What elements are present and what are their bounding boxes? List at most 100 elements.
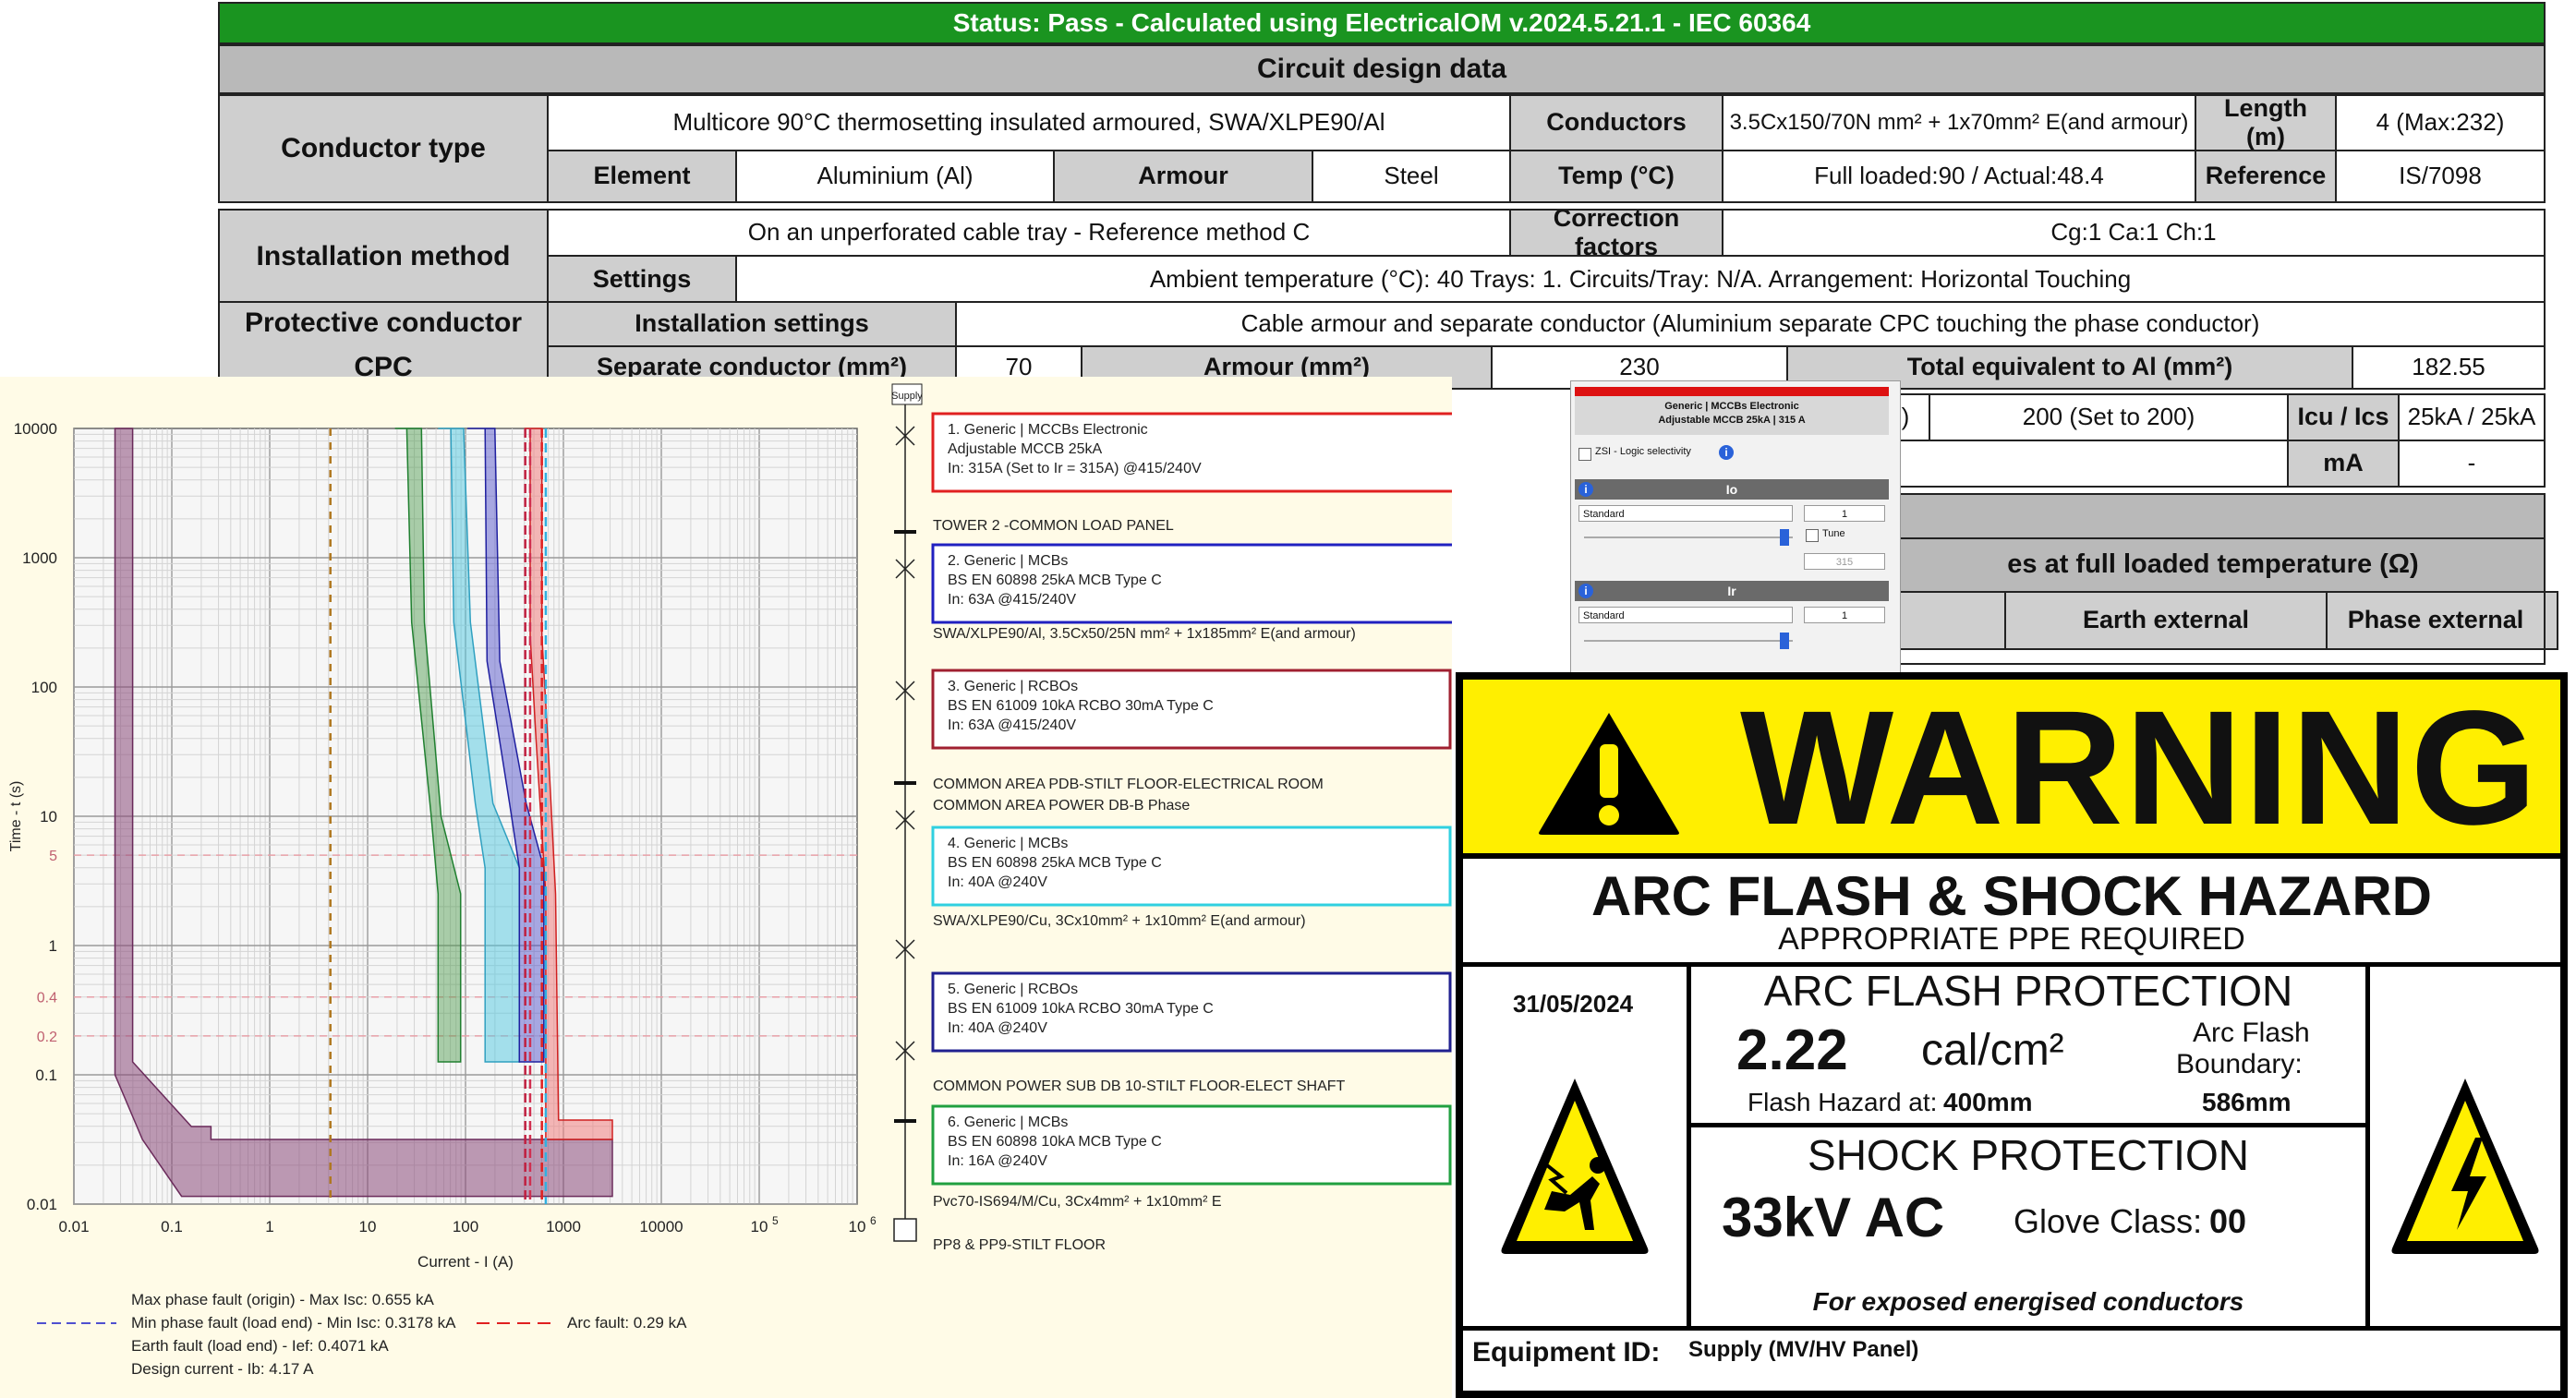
reference-label: Reference xyxy=(2195,150,2337,203)
warning-triangle-icon xyxy=(1539,713,1679,835)
ir-info-icon[interactable]: i xyxy=(1578,584,1593,598)
circuit-note: SWA/XLPE90/Cu, 3Cx10mm² + 1x10mm² E(and … xyxy=(933,913,1306,929)
y-tick-label: 0.1 xyxy=(35,1067,57,1084)
x-tick-label: 100 xyxy=(453,1218,478,1235)
y-tick-label: 10 xyxy=(40,808,57,826)
device-text: BS EN 60898 10kA MCB Type C xyxy=(948,1134,1162,1150)
shock-protection-title: SHOCK PROTECTION xyxy=(1808,1131,2249,1179)
device-text: Adjustable MCCB 25kA xyxy=(948,441,1103,457)
io-value-input[interactable]: 1 xyxy=(1804,505,1885,522)
ma-label: mA xyxy=(2287,440,2400,488)
device-text: 1. Generic | MCCBs Electronic xyxy=(948,422,1148,438)
icu-ics-label: Icu / Ics xyxy=(2287,393,2400,441)
glove-class-label: Glove Class: xyxy=(2014,1202,2203,1240)
blank-cell xyxy=(1881,440,2289,488)
divider xyxy=(2365,962,2370,1326)
element-value: Aluminium (Al) xyxy=(735,150,1055,203)
device-text: BS EN 60898 25kA MCB Type C xyxy=(948,855,1162,871)
temp-value: Full loaded:90 / Actual:48.4 xyxy=(1722,150,2196,203)
device-text: In: 16A @240V xyxy=(948,1153,1047,1169)
ir-mode-select[interactable]: Standard xyxy=(1578,607,1793,623)
device-text: 5. Generic | RCBOs xyxy=(948,982,1078,997)
earth-external-label-2: Earth external xyxy=(2004,591,2328,650)
x-tick-label: 1 xyxy=(265,1218,273,1235)
x-axis-label: Current - I (A) xyxy=(417,1253,514,1271)
conductors-label: Conductors xyxy=(1509,94,1723,151)
high-voltage-icon xyxy=(2391,1079,2539,1254)
incident-energy-unit: cal/cm² xyxy=(1921,1026,2064,1075)
supply-tag: Supply xyxy=(891,391,923,402)
x-tick-exponent: 6 xyxy=(870,1214,877,1227)
time-marker-label: 0.4 xyxy=(37,991,57,1006)
exposed-note: For exposed energised conductors xyxy=(1812,1287,2244,1316)
y-tick-label: 10000 xyxy=(14,420,57,438)
io-mode-select[interactable]: Standard xyxy=(1578,505,1793,522)
ir-header: Ir xyxy=(1575,581,1889,601)
io-amp-input[interactable]: 315 xyxy=(1804,553,1885,570)
time-marker-label: 0.2 xyxy=(37,1030,57,1045)
io-slider-thumb[interactable] xyxy=(1780,529,1789,546)
y-tick-label: 1000 xyxy=(22,549,57,567)
device-text: In: 40A @240V xyxy=(948,1020,1047,1036)
device-text: BS EN 60898 25kA MCB Type C xyxy=(948,572,1162,588)
incident-energy-value: 2.22 xyxy=(1736,1018,1848,1082)
equipment-id-label: Equipment ID: xyxy=(1472,1337,1661,1368)
electric-shock-person-icon xyxy=(1501,1079,1649,1254)
conductor-type-value: Multicore 90°C thermosetting insulated a… xyxy=(547,94,1511,151)
settings-title: Generic | MCCBs Electronic Adjustable MC… xyxy=(1575,387,1889,435)
flash-hazard-label: Flash Hazard at: xyxy=(1748,1088,1938,1116)
x-tick-label: 10 xyxy=(849,1218,866,1235)
impedance-header: es at full loaded temperature (Ω) xyxy=(1881,537,2546,593)
section-title: Circuit design data xyxy=(218,44,2546,94)
x-tick-label: 10000 xyxy=(639,1218,683,1235)
warning-header: WARNING xyxy=(1463,680,2560,859)
settings-title-line1: Generic | MCCBs Electronic xyxy=(1664,401,1799,412)
circuit-note: COMMON POWER SUB DB 10-STILT FLOOR-ELECT… xyxy=(933,1079,1346,1094)
armour-label: Armour xyxy=(1053,150,1313,203)
device-text: BS EN 61009 10kA RCBO 30mA Type C xyxy=(948,698,1214,714)
io-info-icon[interactable]: i xyxy=(1578,482,1593,497)
device-text: In: 40A @240V xyxy=(948,874,1047,890)
circuit-note: COMMON AREA POWER DB-B Phase xyxy=(933,798,1190,813)
io-slider-track[interactable] xyxy=(1584,536,1793,538)
info-icon[interactable]: i xyxy=(1719,445,1734,460)
shock-voltage: 33kV AC xyxy=(1722,1187,1945,1248)
device-text: 3. Generic | RCBOs xyxy=(948,679,1078,694)
tcc-chart-panel: 10000 1000 100 10 1 0.1 0.01 0.01 0.1 1 10 100 1000 1… xyxy=(0,377,1452,1398)
ir-value-input[interactable]: 1 xyxy=(1804,607,1885,623)
legend-earth-fault: Earth fault (load end) - Ief: 0.4071 kA xyxy=(131,1337,389,1355)
x-tick-label: 10 xyxy=(751,1218,768,1235)
device-text: 4. Generic | MCBs xyxy=(948,836,1068,851)
reference-value: IS/7098 xyxy=(2335,150,2546,203)
conductor-type-label: Conductor type xyxy=(218,94,549,203)
y-axis-label: Time - t (s) xyxy=(8,781,24,852)
conductors-value: 3.5Cx150/70N mm² + 1x70mm² E(and armour) xyxy=(1722,94,2196,151)
correction-factors-label: Correction factors xyxy=(1509,209,1723,257)
settings-value: Ambient temperature (°C): 40 Trays: 1. C… xyxy=(735,255,2546,305)
circuit-note: PP8 & PP9-STILT FLOOR xyxy=(933,1237,1106,1253)
settings-title-line2: Adjustable MCCB 25kA | 315 A xyxy=(1658,415,1806,426)
x-tick-label: 0.01 xyxy=(58,1218,89,1235)
warning-subtitle: ARC FLASH & SHOCK HAZARD xyxy=(1591,865,2432,927)
installation-method-value: On an unperforated cable tray - Referenc… xyxy=(547,209,1511,257)
tcc-chart[interactable]: 10000 1000 100 10 1 0.1 0.010.01 0.1 1 10 100 1000 1… xyxy=(0,377,1452,1398)
tune-label: Tune xyxy=(1822,528,1845,539)
ir-slider-track[interactable] xyxy=(1584,640,1793,642)
divider xyxy=(1463,1326,2560,1331)
installation-settings-label: Installation settings xyxy=(547,301,957,347)
divider-cell xyxy=(2544,591,2558,650)
total-equivalent-value: 182.55 xyxy=(2352,345,2546,390)
device-settings-panel: Generic | MCCBs Electronic Adjustable MC… xyxy=(1570,380,1901,678)
tune-checkbox[interactable] xyxy=(1806,529,1819,542)
ir-slider-thumb[interactable] xyxy=(1780,633,1789,649)
grey-band xyxy=(1881,493,2546,539)
load-box xyxy=(893,1218,917,1242)
device-text: BS EN 61009 10kA RCBO 30mA Type C xyxy=(948,1001,1214,1017)
flash-hazard-value: 400mm xyxy=(1943,1088,2033,1116)
ma-value: - xyxy=(2398,440,2546,488)
x-tick-label: 0.1 xyxy=(161,1218,183,1235)
temp-label: Temp (°C) xyxy=(1509,150,1723,203)
legend-max-phase: Max phase fault (origin) - Max Isc: 0.65… xyxy=(131,1291,434,1308)
element-label: Element xyxy=(547,150,737,203)
zsi-checkbox[interactable] xyxy=(1578,448,1591,461)
